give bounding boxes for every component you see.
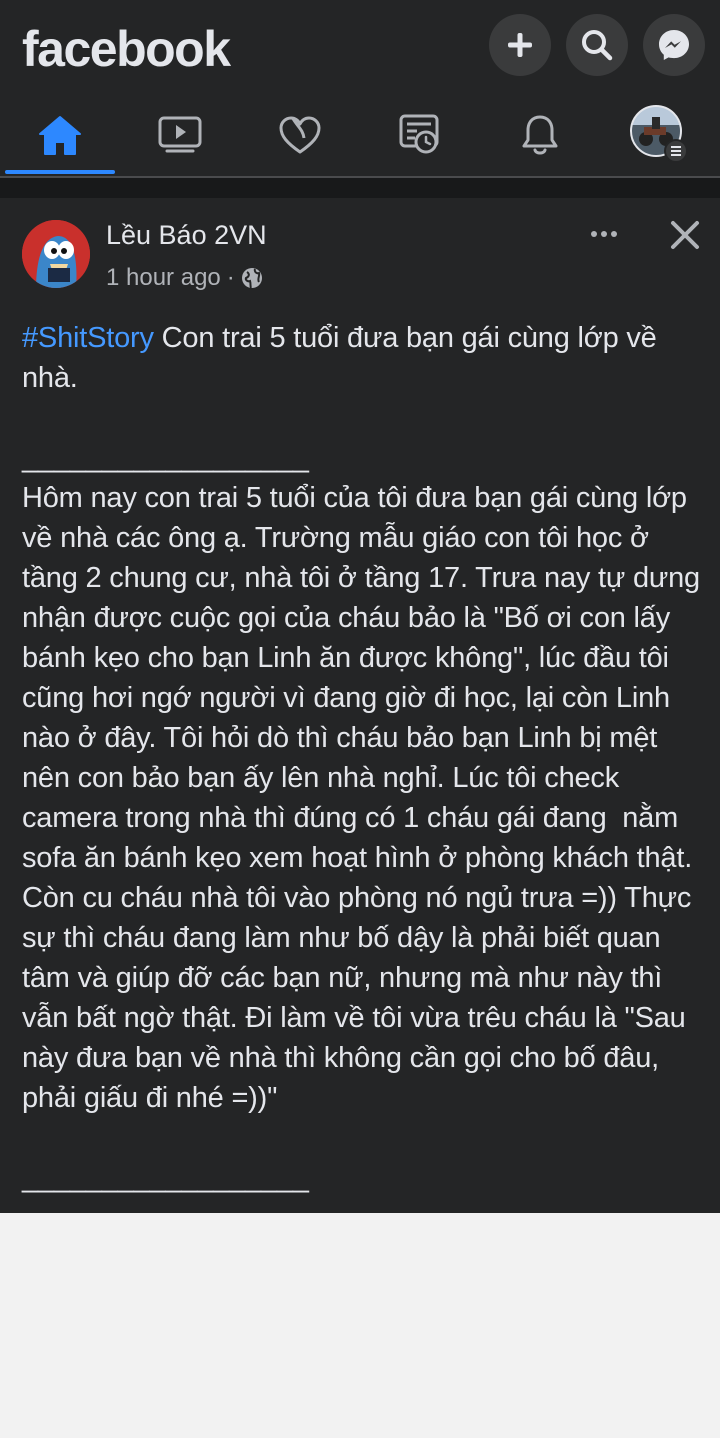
home-icon [39, 116, 81, 155]
post-options-button[interactable] [586, 216, 622, 252]
post-card: Lều Báo 2VN 1 hour ago · #ShitStory Con … [0, 198, 720, 1213]
news-icon [399, 114, 439, 154]
author-avatar[interactable] [22, 220, 90, 288]
author-avatar-image [22, 220, 90, 288]
tab-home[interactable] [5, 96, 115, 174]
close-icon [671, 221, 699, 249]
globe-icon [241, 268, 262, 289]
more-dot [591, 231, 597, 237]
post-hashtag[interactable]: #ShitStory [22, 322, 154, 354]
profile-menu-icon [630, 105, 688, 163]
search-icon [582, 30, 613, 61]
facebook-logo[interactable]: facebook [22, 20, 231, 78]
heart-icon [279, 116, 321, 154]
meta-separator: · [226, 264, 235, 291]
main-nav [0, 96, 720, 176]
create-button[interactable] [489, 14, 551, 76]
active-tab-indicator [5, 170, 115, 174]
tab-watch[interactable] [125, 96, 235, 174]
tab-menu[interactable] [605, 96, 715, 174]
video-icon [158, 116, 202, 153]
more-dot [601, 231, 607, 237]
bell-icon [522, 115, 558, 155]
tab-pages[interactable] [365, 96, 475, 174]
tab-dating[interactable] [245, 96, 355, 174]
more-dot [611, 231, 617, 237]
post-author-name[interactable]: Lều Báo 2VN [106, 220, 267, 251]
messenger-icon [659, 30, 689, 60]
feed-gap [0, 178, 720, 198]
plus-icon [508, 33, 532, 57]
top-bar: facebook [0, 0, 720, 178]
post-body: __________________ Hôm nay con trai 5 tu… [22, 442, 700, 1194]
messenger-button[interactable] [643, 14, 705, 76]
post-text: #ShitStory Con trai 5 tuổi đưa bạn gái c… [22, 318, 712, 1198]
post-meta: 1 hour ago · [106, 264, 263, 292]
post-timestamp[interactable]: 1 hour ago [106, 264, 221, 292]
hide-post-button[interactable] [666, 216, 704, 254]
search-button[interactable] [566, 14, 628, 76]
tab-notifications[interactable] [485, 96, 595, 174]
